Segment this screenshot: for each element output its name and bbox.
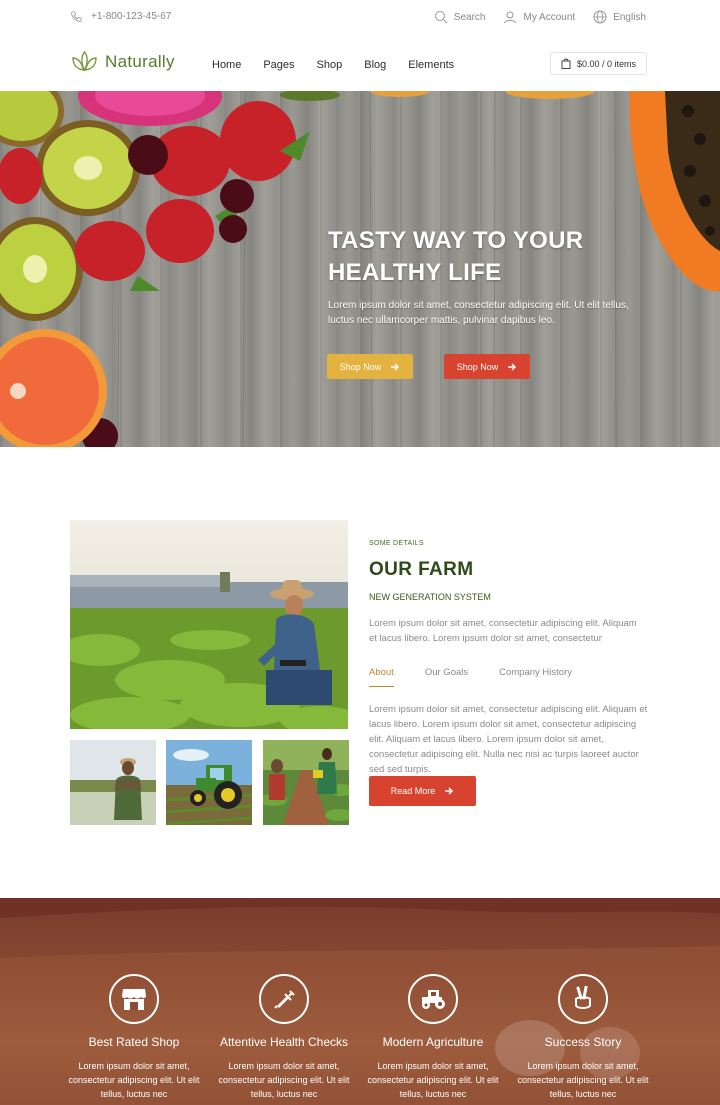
phone-contact[interactable]: +1-800-123-45-67 [70,10,171,23]
feature-text: Lorem ipsum dolor sit amet, consectetur … [517,1061,649,1099]
feature-title: Success Story [544,1035,622,1049]
gardeners-thumbnail[interactable] [263,740,349,825]
hero-title-line1: TASTY WAY TO YOUR [328,227,584,254]
nav-menu: Home Pages Shop Blog Elements [212,59,454,71]
feature-text: Lorem ipsum dolor sit amet, consectetur … [367,1061,499,1099]
tab-company-history[interactable]: Company History [499,667,572,687]
user-icon [503,10,517,24]
hero-title-line2: HEALTHY LIFE [328,259,502,286]
nav-item-home[interactable]: Home [212,59,241,71]
hero-banner: TASTY WAY TO YOUR HEALTHY LIFE Lorem ips… [0,91,720,447]
shopping-bag-icon [561,58,571,69]
globe-icon [593,10,607,24]
my-account-link[interactable]: My Account [503,10,575,24]
main-navigation: Naturally Home Pages Shop Blog Elements … [0,40,720,90]
hero-description: Lorem ipsum dolor sit amet, consectetur … [328,300,629,326]
arrow-right-icon [445,787,454,795]
cart-button[interactable]: $0.00 / 0 items [550,52,647,75]
feature-text: Lorem ipsum dolor sit amet, consectetur … [68,1061,200,1099]
language-selector[interactable]: English [593,10,646,24]
feature-best-rated-shop: Best Rated Shop Lorem ipsum dolor sit am… [64,974,204,1101]
feature-health-checks: Attentive Health Checks Lorem ipsum dolo… [214,974,354,1101]
search-label: Search [453,11,486,23]
nav-item-blog[interactable]: Blog [364,59,386,71]
farmer-field-photo [70,520,348,729]
section-subtitle: NEW GENERATION SYSTEM [369,592,491,602]
account-label: My Account [523,11,576,23]
shop-now-label: Shop Now [339,361,382,372]
brand-logo[interactable]: Naturally [70,50,175,74]
syringe-icon [259,974,309,1024]
shop-icon [109,974,159,1024]
phone-number: +1-800-123-45-67 [91,11,172,22]
nav-item-shop[interactable]: Shop [317,59,343,71]
read-more-button[interactable]: Read More [369,776,476,806]
nav-item-elements[interactable]: Elements [408,59,454,71]
feature-title: Best Rated Shop [88,1035,180,1049]
tab-our-goals[interactable]: Our Goals [425,667,468,687]
shop-now-button-primary[interactable]: Shop Now [327,354,413,379]
feature-success-story: Success Story Lorem ipsum dolor sit amet… [513,974,653,1101]
tractor-thumbnail[interactable] [166,740,252,825]
tractor-icon [408,974,458,1024]
section-kicker: SOME DETAILS [369,540,424,547]
arrow-right-icon [508,362,517,371]
shop-now-label: Shop Now [456,361,499,372]
section-title: OUR FARM [369,559,474,580]
search-link[interactable]: Search [434,10,486,24]
feature-title: Modern Agriculture [382,1035,484,1049]
shop-now-button-secondary[interactable]: Shop Now [444,354,530,379]
feature-modern-agriculture: Modern Agriculture Lorem ipsum dolor sit… [363,974,503,1101]
peace-hand-icon [558,974,608,1024]
hero-title: TASTY WAY TO YOUR HEALTHY LIFE [328,225,583,289]
farmer-thumbnail-1[interactable] [70,740,156,825]
search-icon [434,10,448,24]
top-bar: +1-800-123-45-67 Search My Account Engli… [0,0,720,36]
language-label: English [613,11,646,23]
about-tabs: About Our Goals Company History [369,667,572,687]
arrow-right-icon [391,362,400,371]
cart-total: $0.00 / 0 items [576,58,637,69]
section-intro: Lorem ipsum dolor sit amet, consectetur … [369,618,637,644]
read-more-label: Read More [390,786,436,796]
brand-name: Naturally [105,52,175,71]
phone-icon [70,10,83,23]
tab-content: Lorem ipsum dolor sit amet, consectetur … [369,704,648,775]
tab-about[interactable]: About [369,667,394,687]
nav-item-pages[interactable]: Pages [263,59,294,71]
features-section: Best Rated Shop Lorem ipsum dolor sit am… [0,898,720,1105]
feature-title: Attentive Health Checks [219,1035,349,1049]
leaf-logo-icon [70,50,99,74]
feature-text: Lorem ipsum dolor sit amet, consectetur … [218,1061,350,1099]
